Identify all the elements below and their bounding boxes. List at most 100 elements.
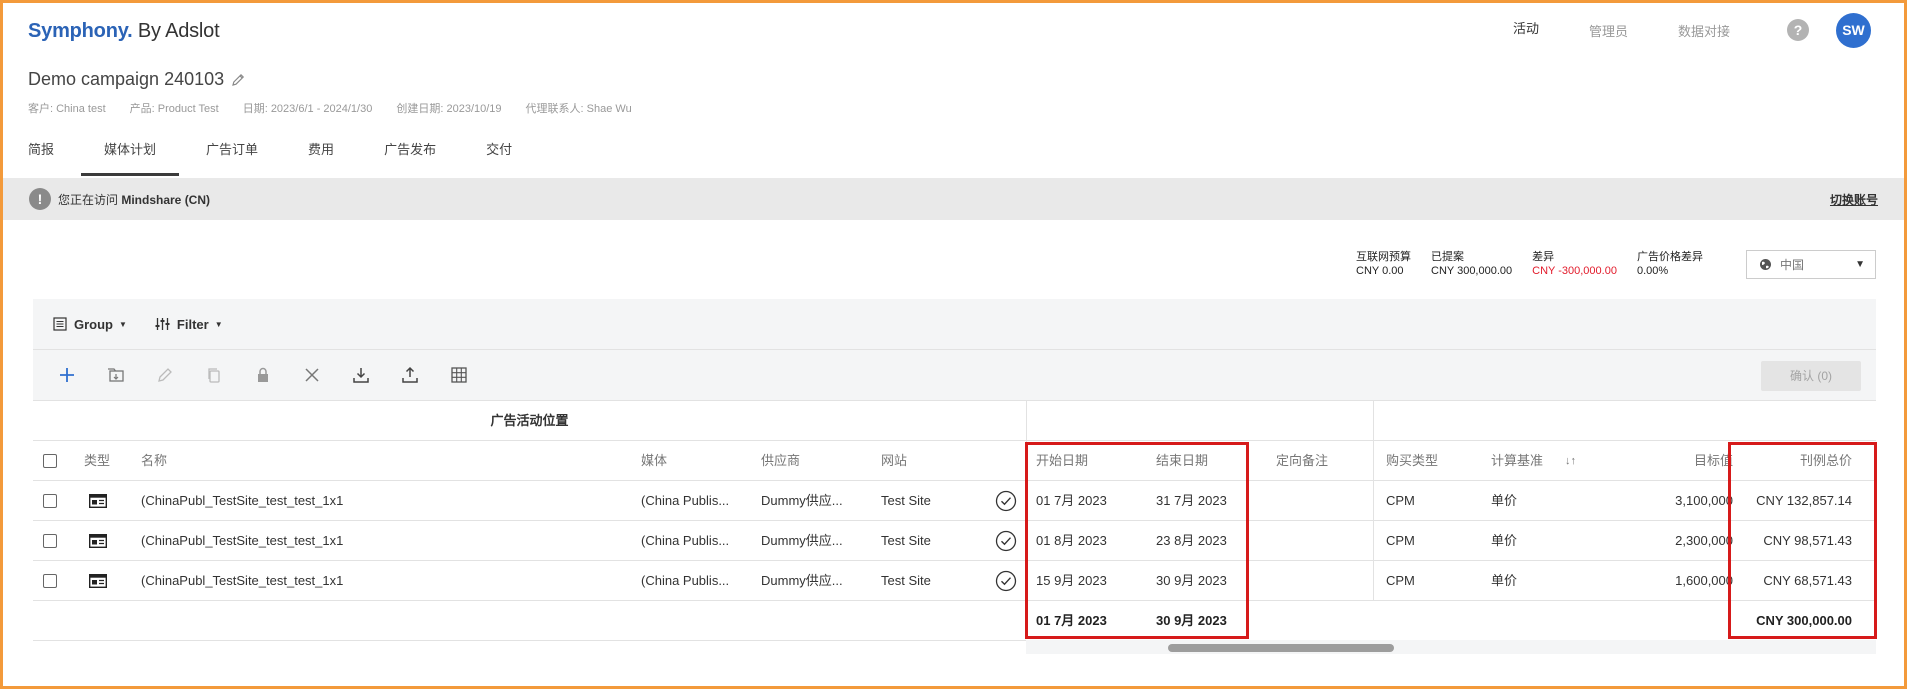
row-total: CNY 68,571.43 [1763, 573, 1852, 588]
scrollbar-thumb[interactable] [1168, 644, 1394, 652]
table-header-row: 类型 名称 媒体 供应商 网站 开始日期 结束日期 定向备注 购买类型 计算基准… [33, 441, 1876, 481]
row-target: 1,600,000 [1675, 573, 1733, 588]
group-title-placements: 广告活动位置 [490, 413, 569, 428]
download-icon [352, 368, 369, 383]
region-value: 中国 [1780, 258, 1805, 272]
total-end-date: 30 9月 2023 [1156, 613, 1227, 628]
display-ad-icon [89, 561, 107, 601]
row-site: Test Site [881, 493, 931, 508]
nav-admin[interactable]: 管理员 [1564, 0, 1653, 58]
check-circle-icon [995, 561, 1017, 601]
tab-publishing[interactable]: 广告发布 [384, 134, 436, 176]
pencil-icon[interactable] [230, 72, 246, 88]
copy-button[interactable] [189, 360, 238, 390]
upload-button[interactable] [385, 360, 434, 390]
col-target[interactable]: 目标值 [1613, 441, 1733, 481]
tab-costs[interactable]: 费用 [308, 134, 334, 176]
caret-down-icon: ▼ [1855, 259, 1865, 270]
horizontal-scrollbar[interactable] [1026, 640, 1876, 654]
row-start-date: 01 8月 2023 [1036, 533, 1107, 548]
download-button[interactable] [336, 360, 385, 390]
notice-prefix: 您正在访问 [58, 192, 122, 207]
user-avatar[interactable]: SW [1836, 13, 1871, 48]
tab-brief[interactable]: 简报 [28, 134, 54, 176]
campaign-meta: 客户: China test 产品: Product Test 日期: 2023… [28, 100, 632, 116]
filter-label: Filter [176, 316, 209, 332]
sliders-icon [155, 318, 170, 330]
divider [1026, 481, 1027, 521]
row-checkbox[interactable] [43, 574, 57, 588]
row-name: (ChinaPubl_TestSite_test_test_1x1 [141, 573, 344, 588]
col-media[interactable]: 媒体 [641, 441, 667, 481]
meta-product: 产品: Product Test [129, 103, 219, 115]
row-site: Test Site [881, 533, 931, 548]
caret-down-icon: ▼ [214, 319, 223, 329]
divider [1026, 441, 1027, 481]
globe-icon [1760, 259, 1771, 270]
folder-move-icon [107, 368, 124, 382]
delete-button[interactable] [287, 360, 336, 390]
notice-org: Mindshare (CN) [121, 192, 211, 207]
switch-account-link[interactable]: 切换账号 [1830, 191, 1878, 208]
col-site[interactable]: 网站 [881, 441, 907, 481]
columns-button[interactable] [434, 360, 483, 390]
lock-button[interactable] [238, 360, 287, 390]
row-end-date: 30 9月 2023 [1156, 573, 1227, 588]
summary-price-variance: 广告价格差异 0.00% [1637, 250, 1703, 278]
row-target: 2,300,000 [1675, 533, 1733, 548]
summary-budget: 互联网预算 CNY 0.00 [1356, 250, 1411, 278]
table-row[interactable]: (ChinaPubl_TestSite_test_test_1x1 (China… [33, 521, 1876, 561]
region-select[interactable]: 中国 ▼ [1746, 250, 1876, 279]
col-type[interactable]: 类型 [84, 441, 110, 481]
row-vendor: Dummy供应... [761, 533, 843, 548]
table-toolbar: 确认 (0) [33, 350, 1876, 401]
col-start-date[interactable]: 开始日期 [1036, 441, 1088, 481]
app-logo[interactable]: Symphony. By Adslot [28, 20, 220, 43]
summary-value: CNY 300,000.00 [1431, 265, 1513, 277]
row-total: CNY 98,571.43 [1763, 533, 1852, 548]
col-targeting[interactable]: 定向备注 [1276, 441, 1328, 481]
col-buy-type[interactable]: 购买类型 [1386, 441, 1438, 481]
edit-button[interactable] [140, 360, 189, 390]
row-checkbox[interactable] [43, 494, 57, 508]
account-notice: ! 您正在访问 Mindshare (CN) 切换账号 [3, 178, 1904, 220]
row-site: Test Site [881, 573, 931, 588]
group-filter-bar: Group ▼ Filter ▼ [33, 299, 1876, 350]
row-basis: 单价 [1491, 573, 1518, 588]
nav-integrations[interactable]: 数据对接 [1653, 0, 1755, 58]
move-button[interactable] [91, 360, 140, 390]
pencil-icon [157, 368, 172, 382]
table-row[interactable]: (ChinaPubl_TestSite_test_test_1x1 (China… [33, 561, 1876, 601]
caret-down-icon: ▼ [119, 319, 127, 329]
lock-icon [257, 367, 268, 382]
nav-campaigns[interactable]: 活动 [1487, 0, 1564, 58]
summary-label: 互联网预算 [1356, 251, 1411, 263]
campaign-tabs: 简报 媒体计划 广告订单 费用 广告发布 交付 [0, 134, 562, 176]
logo-suffix: By Adslot [132, 20, 220, 42]
table-row[interactable]: (ChinaPubl_TestSite_test_test_1x1 (China… [33, 481, 1876, 521]
col-basis[interactable]: 计算基准 [1491, 441, 1543, 481]
display-ad-icon [89, 481, 107, 521]
tab-delivery[interactable]: 交付 [486, 134, 512, 176]
row-buy-type: CPM [1386, 573, 1415, 588]
notice-text: 您正在访问 Mindshare (CN) [58, 191, 210, 208]
confirm-button[interactable]: 确认 (0) [1761, 361, 1861, 391]
select-all-checkbox[interactable] [43, 454, 57, 468]
row-start-date: 01 7月 2023 [1036, 493, 1107, 508]
add-button[interactable] [42, 360, 91, 390]
help-icon[interactable]: ? [1787, 19, 1809, 41]
tab-media-plan[interactable]: 媒体计划 [81, 134, 180, 176]
col-name[interactable]: 名称 [141, 441, 167, 481]
campaign-title: Demo campaign 240103 [28, 69, 225, 89]
tab-orders[interactable]: 广告订单 [206, 134, 258, 176]
totals-row: 01 7月 2023 30 9月 2023 CNY 300,000.00 [33, 601, 1876, 641]
check-circle-icon [995, 481, 1017, 521]
row-checkbox[interactable] [43, 534, 57, 548]
filter-button[interactable]: Filter ▼ [155, 317, 223, 332]
col-vendor[interactable]: 供应商 [761, 441, 800, 481]
summary-label: 差异 [1532, 251, 1555, 263]
col-total[interactable]: 刊例总价 [1733, 441, 1852, 481]
sort-icon[interactable]: ↓↑ [1565, 441, 1576, 481]
col-end-date[interactable]: 结束日期 [1156, 441, 1208, 481]
group-button[interactable]: Group ▼ [53, 317, 127, 332]
